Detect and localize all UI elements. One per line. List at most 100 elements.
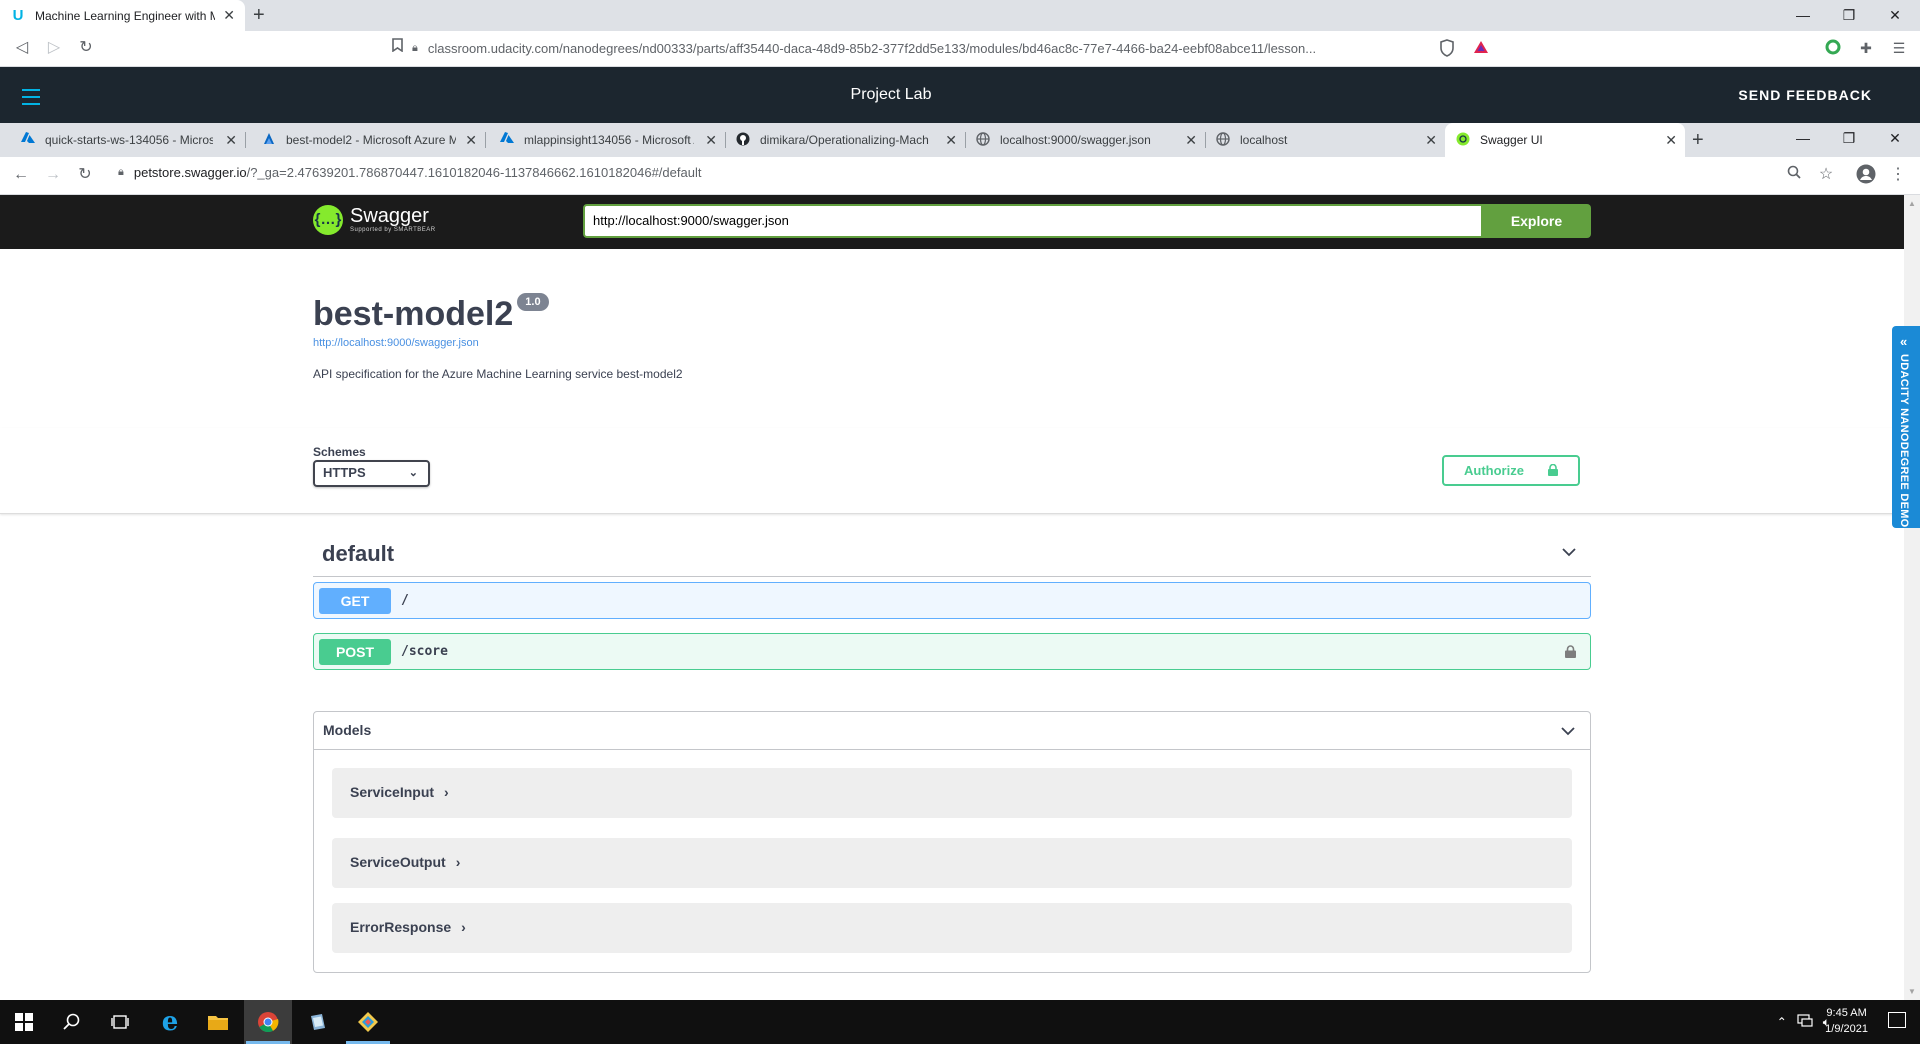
inner-new-tab-button[interactable]: + xyxy=(1692,123,1716,157)
udacity-header: Project Lab SEND FEEDBACK xyxy=(0,67,1920,123)
tag-section-default[interactable]: default xyxy=(313,534,1591,577)
operation-post-score[interactable]: POST /score xyxy=(313,633,1591,670)
inner-restore-button[interactable]: ❐ xyxy=(1826,123,1872,157)
page-scrollbar[interactable]: ▲ ▼ xyxy=(1904,195,1920,1000)
inner-tab[interactable]: best-model2 - Microsoft Azure M ✕ xyxy=(245,123,485,157)
zoom-icon[interactable] xyxy=(1783,164,1805,186)
close-tab-icon[interactable]: ✕ xyxy=(465,132,477,148)
tool-app-icon[interactable] xyxy=(344,1000,392,1044)
model-name: ServiceOutput xyxy=(350,854,446,870)
lock-icon xyxy=(1548,464,1558,476)
network-icon[interactable] xyxy=(1797,1013,1813,1031)
tray-chevron-up-icon[interactable]: ⌃ xyxy=(1777,1015,1787,1029)
profile-avatar-icon[interactable] xyxy=(1855,164,1877,191)
restore-button[interactable]: ❐ xyxy=(1826,0,1872,31)
windows-start-icon[interactable] xyxy=(0,1000,48,1044)
models-header[interactable]: Models xyxy=(314,712,1590,750)
new-tab-button[interactable]: + xyxy=(253,4,265,26)
internet-explorer-icon[interactable]: e xyxy=(146,1000,194,1044)
extension-green-icon[interactable] xyxy=(1824,39,1842,57)
side-tab-label: UDACITY NANODEGREE DEMO xyxy=(1898,354,1910,528)
close-tab-icon[interactable]: ✕ xyxy=(1425,132,1437,148)
inner-tab-title: quick-starts-ws-134056 - Microso xyxy=(45,133,213,147)
explore-button[interactable]: Explore xyxy=(1482,204,1591,238)
minimize-button[interactable]: — xyxy=(1780,0,1826,31)
close-window-button[interactable]: ✕ xyxy=(1872,0,1918,31)
system-clock[interactable]: 9:45 AM 1/9/2021 xyxy=(1825,1005,1868,1037)
udacity-demo-side-tab[interactable]: « UDACITY NANODEGREE DEMO xyxy=(1892,326,1920,528)
star-icon[interactable]: ☆ xyxy=(1815,164,1837,186)
bookmark-icon[interactable] xyxy=(386,37,408,59)
inner-toolbar: ← → ↻ 🔒︎ petstore.swagger.io/?_ga=2.4763… xyxy=(0,157,1920,195)
send-feedback-button[interactable]: SEND FEEDBACK xyxy=(1738,67,1872,123)
inner-tab-title: dimikara/Operationalizing-Mach xyxy=(760,133,929,147)
swagger-mark-icon: {…} xyxy=(313,205,343,235)
inner-tab[interactable]: quick-starts-ws-134056 - Microso ✕ xyxy=(0,123,245,157)
inner-tab[interactable]: localhost:9000/swagger.json ✕ xyxy=(965,123,1205,157)
models-label: Models xyxy=(323,722,372,738)
extensions-puzzle-icon[interactable]: ✚ xyxy=(1857,39,1875,57)
swagger-icon xyxy=(1455,132,1471,148)
method-badge-post: POST xyxy=(319,638,391,665)
method-badge-get: GET xyxy=(319,587,391,614)
spec-url-input[interactable]: http://localhost:9000/swagger.json xyxy=(583,204,1483,238)
azure-icon xyxy=(20,132,36,148)
spec-link[interactable]: http://localhost:9000/swagger.json xyxy=(313,337,683,349)
chevron-right-icon: › xyxy=(461,919,466,935)
model-item[interactable]: ServiceInput › xyxy=(332,768,1572,818)
back-button[interactable]: ◁ xyxy=(11,37,33,59)
inner-tab[interactable]: mlappinsight134056 - Microsoft A ✕ xyxy=(485,123,725,157)
inner-tab-strip: quick-starts-ws-134056 - Microso ✕ best-… xyxy=(0,123,1920,157)
operation-get-root[interactable]: GET / xyxy=(313,582,1591,619)
windows-taskbar: e ⌃ 🔈︎ 9:45 AM 1/9/2021 xyxy=(0,1000,1920,1044)
inner-forward-button[interactable]: → xyxy=(42,164,64,186)
inner-close-window-button[interactable]: ✕ xyxy=(1872,123,1918,157)
brave-rewards-icon[interactable] xyxy=(1472,39,1490,57)
task-view-icon[interactable] xyxy=(96,1000,144,1044)
model-item[interactable]: ServiceOutput › xyxy=(332,838,1572,888)
inner-tab[interactable]: dimikara/Operationalizing-Mach ✕ xyxy=(725,123,965,157)
action-center-icon[interactable] xyxy=(1888,1012,1906,1028)
brave-shield-icon[interactable] xyxy=(1438,39,1456,57)
outer-tab-udacity[interactable]: U Machine Learning Engineer with M ✕ xyxy=(0,0,245,31)
file-explorer-icon[interactable] xyxy=(194,1000,242,1044)
chevron-down-icon: ⌄ xyxy=(408,467,418,479)
lock-icon[interactable] xyxy=(1565,645,1576,658)
models-section: Models ServiceInput › ServiceOutput › Erro… xyxy=(313,711,1591,973)
inner-menu-icon[interactable]: ⋮ xyxy=(1887,164,1909,186)
close-tab-icon[interactable]: ✕ xyxy=(225,132,237,148)
chevron-down-icon[interactable] xyxy=(1561,544,1577,560)
close-tab-icon[interactable]: ✕ xyxy=(1185,132,1197,148)
scroll-up-icon[interactable]: ▲ xyxy=(1908,199,1916,208)
scroll-down-icon[interactable]: ▼ xyxy=(1908,987,1916,996)
model-name: ErrorResponse xyxy=(350,919,452,935)
forward-button[interactable]: ▷ xyxy=(43,37,65,59)
chrome-icon[interactable] xyxy=(244,1000,292,1044)
close-tab-icon[interactable]: ✕ xyxy=(705,132,717,148)
inner-address-bar[interactable]: 🔒︎ petstore.swagger.io/?_ga=2.47639201.7… xyxy=(118,165,701,180)
double-chevron-left-icon: « xyxy=(1900,334,1908,349)
authorize-button[interactable]: Authorize xyxy=(1442,455,1580,486)
inner-reload-button[interactable]: ↻ xyxy=(74,164,96,186)
inner-back-button[interactable]: ← xyxy=(10,164,32,186)
close-tab-icon[interactable]: ✕ xyxy=(223,7,235,23)
clock-date: 1/9/2021 xyxy=(1825,1023,1868,1035)
menu-icon[interactable]: ☰ xyxy=(1890,39,1908,57)
url-host: petstore.swagger.io xyxy=(133,165,247,180)
swagger-logo-byline: Supported by SMARTBEAR xyxy=(350,227,436,233)
schemes-select[interactable]: HTTPS ⌄ xyxy=(313,460,430,487)
outer-address-bar[interactable]: 🔒︎ classroom.udacity.com/nanodegrees/nd0… xyxy=(412,35,1484,61)
search-icon[interactable] xyxy=(48,1000,96,1044)
close-tab-icon[interactable]: ✕ xyxy=(1665,132,1677,148)
swagger-logo[interactable]: {…} Swagger Supported by SMARTBEAR xyxy=(313,205,436,235)
inner-tab-active[interactable]: Swagger UI ✕ xyxy=(1445,123,1685,157)
inner-minimize-button[interactable]: — xyxy=(1780,123,1826,157)
reload-button[interactable]: ↻ xyxy=(75,37,97,59)
outer-tab-title: Machine Learning Engineer with M xyxy=(35,8,215,23)
model-item[interactable]: ErrorResponse › xyxy=(332,903,1572,953)
close-tab-icon[interactable]: ✕ xyxy=(945,132,957,148)
system-tray: ⌃ 🔈︎ xyxy=(1777,1000,1830,1044)
inner-tab[interactable]: localhost ✕ xyxy=(1205,123,1445,157)
app-icon[interactable] xyxy=(294,1000,342,1044)
chevron-down-icon[interactable] xyxy=(1560,723,1576,739)
